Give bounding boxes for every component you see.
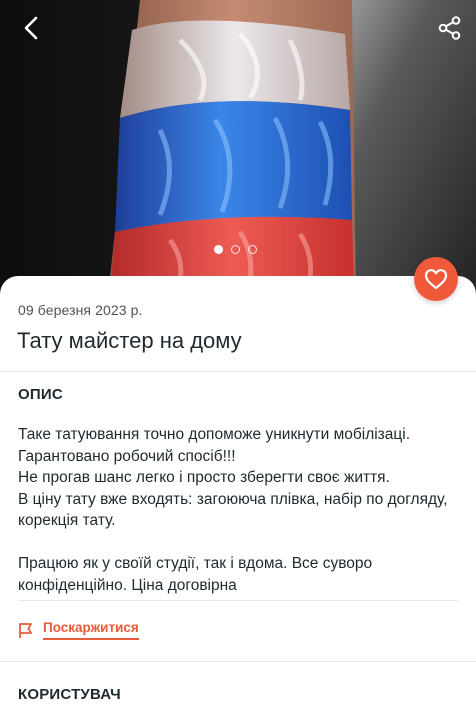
user-section-heading: КОРИСТУВАЧ xyxy=(18,686,121,703)
listing-date: 09 березня 2023 р. xyxy=(18,302,143,318)
gallery-pagination xyxy=(214,245,257,254)
description-text: Таке татуювання точно допоможе уникнути … xyxy=(18,424,464,596)
listing-title: Тату майстер на дому xyxy=(17,328,242,353)
photo-gallery[interactable] xyxy=(0,0,476,296)
divider xyxy=(0,661,476,662)
chevron-left-icon xyxy=(24,16,38,40)
description-line: Таке татуювання точно допоможе уникнути … xyxy=(18,426,411,443)
divider xyxy=(18,600,458,601)
report-button[interactable]: Поскаржитися xyxy=(18,620,139,640)
heart-icon xyxy=(424,269,448,290)
gallery-dot[interactable] xyxy=(248,245,257,254)
divider xyxy=(0,371,476,372)
description-heading: ОПИС xyxy=(18,386,63,403)
gallery-dot[interactable] xyxy=(231,245,240,254)
share-button[interactable] xyxy=(428,6,472,50)
description-line: Гарантовано робочий спосіб!!! xyxy=(18,447,236,465)
share-icon xyxy=(438,16,461,40)
description-line: Працюю як у своїй студії, так і вдома. В… xyxy=(18,555,373,594)
favorite-button[interactable] xyxy=(414,257,458,301)
description-line: В ціну тату вже входять: загоююча плівка… xyxy=(18,490,448,530)
description-line: Не прогав шанс легко і просто зберегти с… xyxy=(18,469,390,486)
report-label[interactable]: Поскаржитися xyxy=(43,620,139,640)
back-button[interactable] xyxy=(9,6,53,50)
flag-icon xyxy=(19,622,32,638)
gallery-dot[interactable] xyxy=(214,245,223,254)
